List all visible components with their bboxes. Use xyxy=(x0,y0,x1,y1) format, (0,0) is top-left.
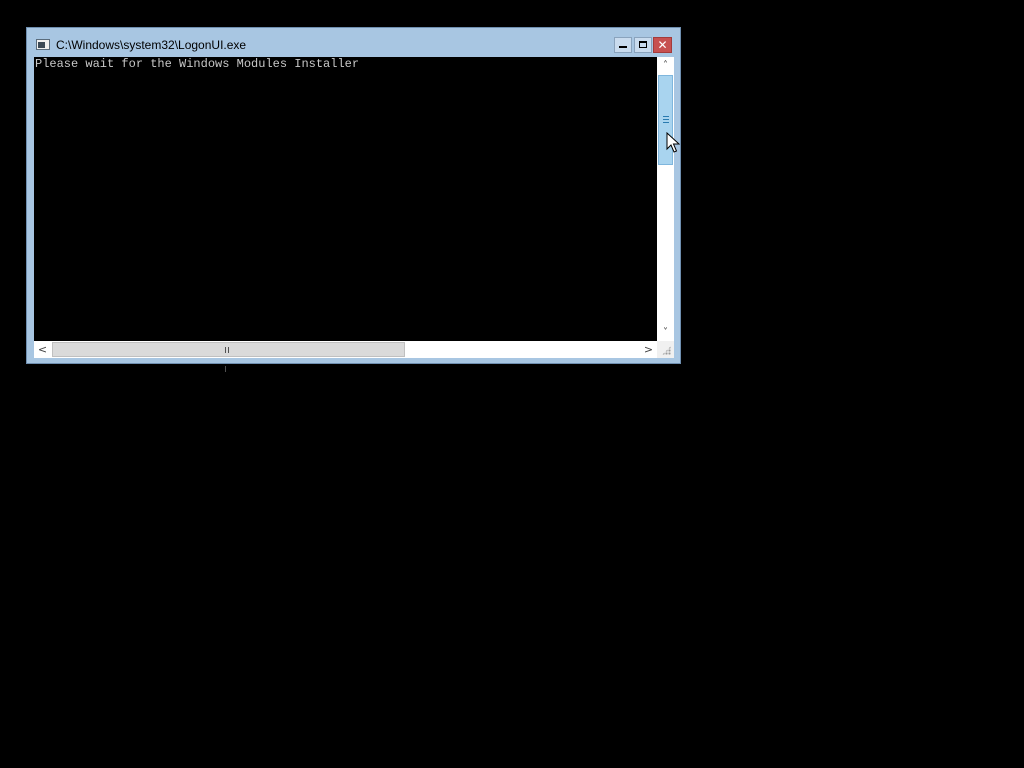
console-line: Please wait for the Windows Modules Inst… xyxy=(35,57,360,71)
minimize-icon xyxy=(619,46,627,48)
scroll-left-arrow-icon[interactable]: < xyxy=(34,341,51,358)
scroll-down-arrow-icon[interactable]: ˅ xyxy=(657,324,674,341)
window-title: C:\Windows\system32\LogonUI.exe xyxy=(56,38,247,52)
minimize-button[interactable] xyxy=(614,37,632,53)
thumb-grip-icon xyxy=(663,116,669,123)
scroll-right-arrow-icon[interactable]: > xyxy=(640,341,657,358)
maximize-icon xyxy=(639,41,647,48)
title-bar[interactable]: C:\Windows\system32\LogonUI.exe ✕ xyxy=(27,28,680,57)
console-app-icon[interactable] xyxy=(36,39,50,50)
maximize-button[interactable] xyxy=(634,37,652,53)
close-icon: ✕ xyxy=(657,38,668,52)
vertical-scrollbar[interactable]: ˄ ˅ xyxy=(657,57,674,341)
thumb-grip-icon xyxy=(225,347,232,372)
console-output-area[interactable]: Please wait for the Windows Modules Inst… xyxy=(34,57,657,341)
horizontal-scrollbar[interactable]: < > xyxy=(34,341,657,372)
resize-grip-icon[interactable] xyxy=(657,341,674,358)
console-window[interactable]: C:\Windows\system32\LogonUI.exe ✕ Please… xyxy=(26,27,681,372)
mouse-cursor-icon xyxy=(666,132,680,153)
close-button[interactable]: ✕ xyxy=(653,37,672,53)
scroll-up-arrow-icon[interactable]: ˄ xyxy=(657,57,674,74)
horizontal-scroll-thumb[interactable] xyxy=(52,342,405,372)
